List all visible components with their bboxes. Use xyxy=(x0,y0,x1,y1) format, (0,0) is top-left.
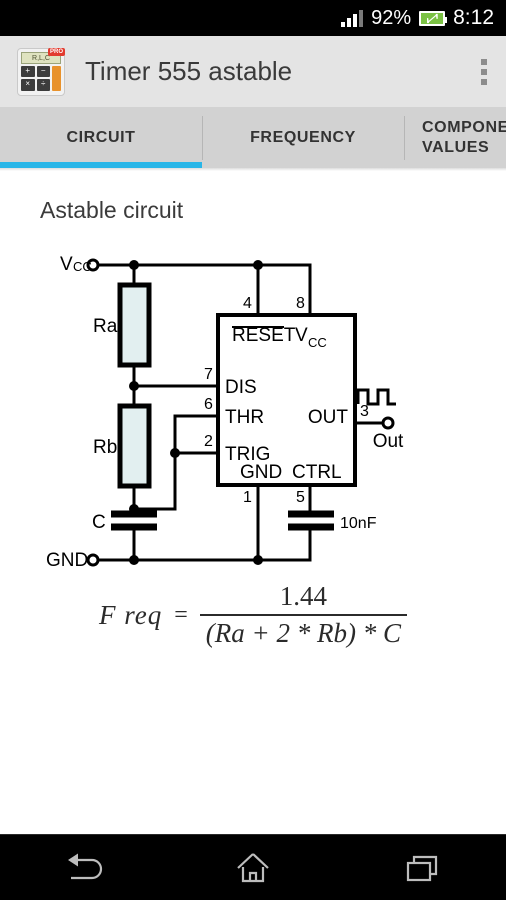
pin-number-2: 2 xyxy=(204,433,213,450)
status-bar: 92% 8:12 xyxy=(0,0,506,36)
pin-number-7: 7 xyxy=(204,366,213,383)
square-wave-icon xyxy=(356,388,396,406)
tab-circuit[interactable]: CIRCUIT xyxy=(0,108,202,168)
pin-number-5: 5 xyxy=(296,489,305,506)
label-rb: Rb xyxy=(93,437,117,458)
pin-label-gnd: GND xyxy=(240,462,282,483)
pin-label-vcc-sub: CC xyxy=(308,335,327,350)
status-clock: 8:12 xyxy=(453,6,494,29)
tab-circuit-label: CIRCUIT xyxy=(66,129,136,146)
pro-badge: PRO xyxy=(47,47,65,56)
battery-percent-label: 92% xyxy=(371,6,412,29)
capacitor-ctrl xyxy=(288,510,334,531)
overflow-menu-icon[interactable] xyxy=(481,58,487,85)
app-icon-key-minus: − xyxy=(36,65,50,77)
app-icon-key-plus: + xyxy=(21,65,35,77)
formula-denominator: (Ra + 2 * Rb) * C xyxy=(205,618,401,648)
recents-button[interactable] xyxy=(387,843,457,893)
rail-gnd-label: GND xyxy=(46,550,88,571)
app-icon-keypad: + × − ÷ xyxy=(21,65,61,91)
app-icon-key-times: × xyxy=(21,79,35,91)
label-10nf: 10nF xyxy=(340,515,377,532)
battery-charging-icon xyxy=(419,10,448,26)
tab-frequency-label: FREQUENCY xyxy=(250,129,356,146)
rail-vcc-sub: CC xyxy=(73,259,92,274)
back-icon xyxy=(68,853,103,879)
back-button[interactable] xyxy=(49,843,119,893)
rlc-calculator-icon[interactable]: R,L,C + × − ÷ PRO xyxy=(17,47,65,96)
formula-numerator: 1.44 xyxy=(279,581,327,611)
circuit-diagram: V CC GND Ra Rb C 10nF 4 8 7 6 2 3 1 5 RE… xyxy=(46,254,404,571)
page-title: Timer 555 astable xyxy=(85,56,293,86)
app-icon-orange-bar xyxy=(52,65,61,91)
main-content: Astable circuit V CC GND Ra Rb C 10nF 4 … xyxy=(0,171,506,830)
rail-vcc-label: V xyxy=(60,254,73,275)
tab-frequency[interactable]: FREQUENCY xyxy=(202,108,404,168)
tab-component-values-label: COMPONENT VALUES xyxy=(422,119,506,156)
signal-bars-icon xyxy=(341,9,364,27)
pin-label-thr: THR xyxy=(225,407,264,428)
app-root: 92% 8:12 R,L,C + × − ÷ PRO Timer 555 ast… xyxy=(0,0,506,900)
pin-label-reset: RESET xyxy=(232,325,296,346)
pin-number-6: 6 xyxy=(204,396,213,413)
home-icon xyxy=(237,852,269,882)
label-ra: Ra xyxy=(93,316,118,337)
charging-bolt-icon xyxy=(427,13,438,23)
label-c: C xyxy=(92,512,106,533)
pin-number-4: 4 xyxy=(243,295,252,312)
pin-number-3: 3 xyxy=(360,403,369,420)
formula-fraction: 1.44 (Ra + 2 * Rb) * C xyxy=(199,581,407,649)
pin-label-out: OUT xyxy=(308,407,349,428)
resistor-rb xyxy=(117,403,152,489)
formula-block: F req = 1.44 (Ra + 2 * Rb) * C xyxy=(0,581,506,649)
output-terminal-label: Out xyxy=(373,431,404,452)
home-button[interactable] xyxy=(218,843,288,893)
formula-lhs: F req xyxy=(99,599,163,630)
pin-label-vcc: V xyxy=(295,325,308,346)
tab-component-values[interactable]: COMPONENT VALUES xyxy=(404,108,506,168)
section-heading: Astable circuit xyxy=(40,197,184,223)
app-icon-key-divide: ÷ xyxy=(36,79,50,91)
pin-number-1: 1 xyxy=(243,489,252,506)
android-nav-bar xyxy=(0,834,506,900)
capacitor-c xyxy=(111,510,157,531)
tab-bar: CIRCUIT FREQUENCY COMPONENT VALUES xyxy=(0,108,506,168)
pin-label-ctrl: CTRL xyxy=(292,462,342,483)
resistor-ra xyxy=(117,282,152,368)
pin-number-8: 8 xyxy=(296,295,305,312)
recents-icon xyxy=(406,855,437,881)
pin-label-dis: DIS xyxy=(225,377,257,398)
formula-equals: = xyxy=(174,601,188,628)
action-bar: R,L,C + × − ÷ PRO Timer 555 astable xyxy=(0,36,506,108)
